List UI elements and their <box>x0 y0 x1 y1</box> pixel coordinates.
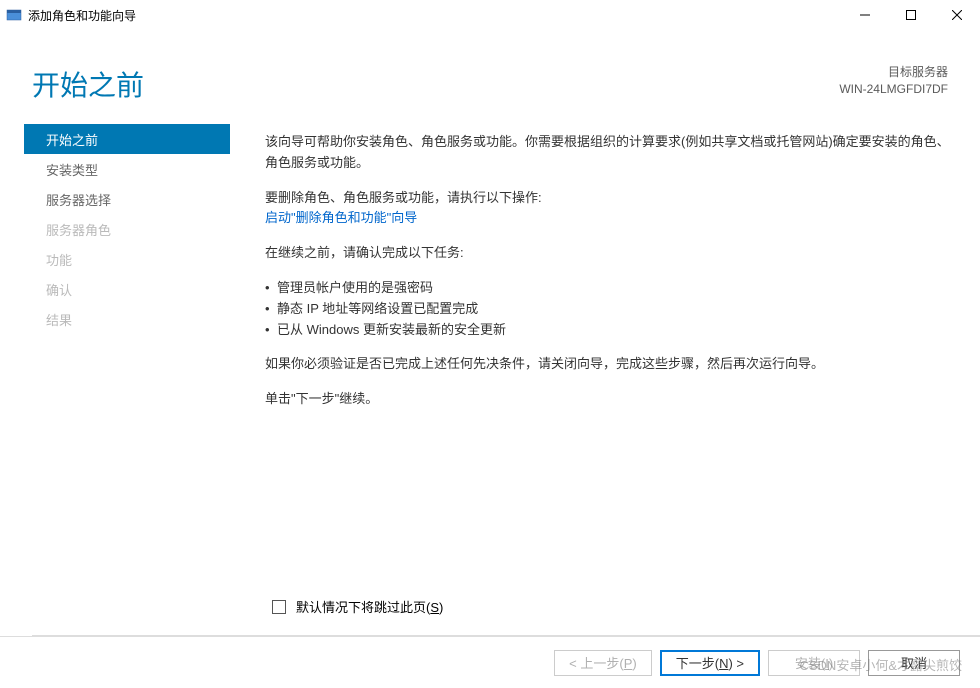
continue-text: 单击"下一步"继续。 <box>265 389 950 410</box>
sidebar-label: 安装类型 <box>46 160 98 179</box>
sidebar-item-server-selection[interactable]: 服务器选择 <box>24 184 230 214</box>
remove-instruction: 要删除角色、角色服务或功能，请执行以下操作: 启动"删除角色和功能"向导 <box>265 188 950 230</box>
launch-remove-wizard-link[interactable]: 启动"删除角色和功能"向导 <box>265 210 417 225</box>
wizard-sidebar: 开始之前 安装类型 服务器选择 服务器角色 功能 确认 结果 <box>0 124 230 424</box>
skip-page-checkbox[interactable] <box>272 600 286 614</box>
tasks-intro: 在继续之前，请确认完成以下任务: <box>265 243 950 264</box>
skip-page-label: 默认情况下将跳过此页(S) <box>296 597 443 616</box>
verify-text: 如果你必须验证是否已完成上述任何先决条件，请关闭向导，完成这些步骤，然后再次运行… <box>265 354 950 375</box>
page-title: 开始之前 <box>32 64 144 104</box>
sidebar-item-before-you-begin[interactable]: 开始之前 <box>24 124 230 154</box>
sidebar-label: 开始之前 <box>46 130 98 149</box>
sidebar-item-features: 功能 <box>24 244 230 274</box>
target-label: 目标服务器 <box>839 64 948 81</box>
intro-text: 该向导可帮助你安装角色、角色服务或功能。你需要根据组织的计算要求(例如共享文档或… <box>265 132 950 174</box>
header: 开始之前 目标服务器 WIN-24LMGFDI7DF <box>0 30 980 114</box>
sidebar-label: 确认 <box>46 280 72 299</box>
body: 开始之前 安装类型 服务器选择 服务器角色 功能 确认 结果 该向导可帮助你安装… <box>0 114 980 424</box>
content: 该向导可帮助你安装角色、角色服务或功能。你需要根据组织的计算要求(例如共享文档或… <box>230 124 980 424</box>
window-title: 添加角色和功能向导 <box>28 7 842 24</box>
minimize-button[interactable] <box>842 0 888 30</box>
sidebar-label: 功能 <box>46 250 72 269</box>
previous-button: < 上一步(P) <box>554 650 652 676</box>
window-controls <box>842 0 980 30</box>
target-server-info: 目标服务器 WIN-24LMGFDI7DF <box>839 64 948 98</box>
install-button: 安装(I) <box>768 650 860 676</box>
close-button[interactable] <box>934 0 980 30</box>
sidebar-label: 服务器选择 <box>46 190 111 209</box>
task-list: 管理员帐户使用的是强密码 静态 IP 地址等网络设置已配置完成 已从 Windo… <box>265 278 950 340</box>
next-button[interactable]: 下一步(N) > <box>660 650 760 676</box>
sidebar-item-confirmation: 确认 <box>24 274 230 304</box>
skip-page-row: 默认情况下将跳过此页(S) <box>272 597 443 616</box>
sidebar-item-server-roles: 服务器角色 <box>24 214 230 244</box>
task-item: 已从 Windows 更新安装最新的安全更新 <box>265 320 950 341</box>
maximize-button[interactable] <box>888 0 934 30</box>
target-value: WIN-24LMGFDI7DF <box>839 81 948 98</box>
sidebar-item-installation-type[interactable]: 安装类型 <box>24 154 230 184</box>
sidebar-label: 结果 <box>46 310 72 329</box>
sidebar-label: 服务器角色 <box>46 220 111 239</box>
task-item: 管理员帐户使用的是强密码 <box>265 278 950 299</box>
titlebar: 添加角色和功能向导 <box>0 0 980 30</box>
wizard-footer: < 上一步(P) 下一步(N) > 安装(I) 取消 <box>0 636 980 688</box>
app-icon <box>6 7 22 23</box>
task-item: 静态 IP 地址等网络设置已配置完成 <box>265 299 950 320</box>
cancel-button[interactable]: 取消 <box>868 650 960 676</box>
sidebar-item-results: 结果 <box>24 304 230 334</box>
remove-line: 要删除角色、角色服务或功能，请执行以下操作: <box>265 190 542 205</box>
